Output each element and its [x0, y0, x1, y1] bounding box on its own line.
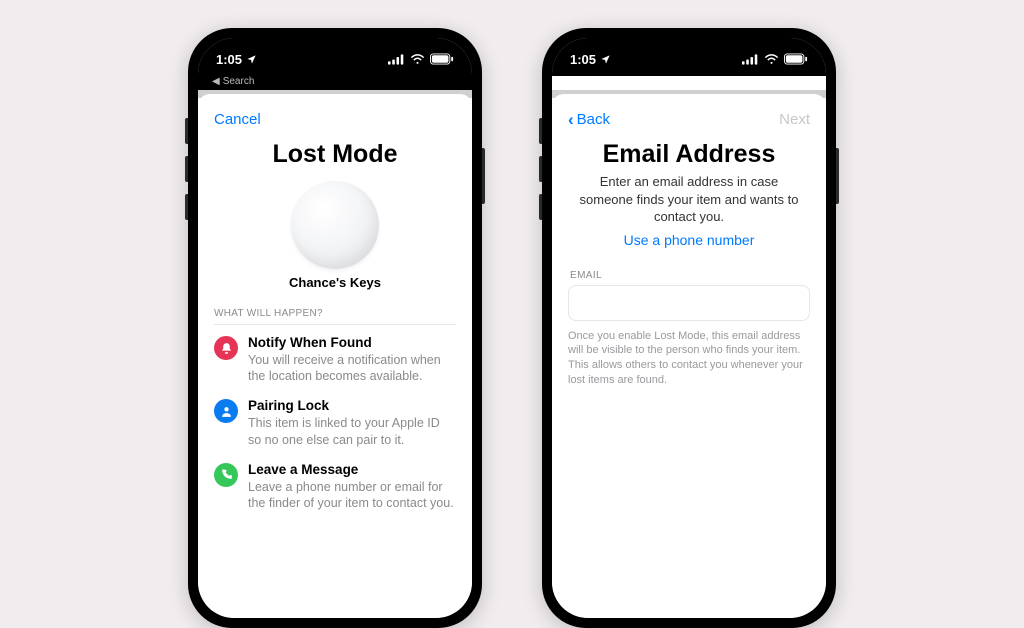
page-description: Enter an email address in case someone f… — [568, 173, 810, 226]
battery-icon — [430, 53, 454, 65]
status-time: 1:05 — [216, 52, 242, 67]
phone-left: 1:05 ◀ Search Cancel Lost Mode Chance's … — [188, 28, 482, 628]
next-button[interactable]: Next — [779, 111, 810, 128]
use-phone-link[interactable]: Use a phone number — [568, 232, 810, 248]
phone-icon — [214, 463, 238, 487]
screen-right: 1:05 x ‹ Back Next Email Address Enter a… — [552, 38, 826, 618]
lock-body: This item is linked to your Apple ID so … — [248, 415, 456, 448]
page-title: Lost Mode — [214, 140, 456, 169]
item-name: Chance's Keys — [214, 275, 456, 290]
helper-text: Once you enable Lost Mode, this email ad… — [568, 329, 810, 388]
cancel-button[interactable]: Cancel — [214, 111, 261, 128]
phone-right: 1:05 x ‹ Back Next Email Address Enter a… — [542, 28, 836, 628]
message-title: Leave a Message — [248, 462, 456, 479]
location-arrow-icon — [600, 54, 611, 65]
section-header: WHAT WILL HAPPEN? — [214, 308, 456, 325]
wifi-icon — [410, 54, 425, 65]
back-button[interactable]: ‹ Back — [568, 111, 610, 128]
info-row-message: Leave a Message Leave a phone number or … — [214, 462, 456, 511]
info-row-lock: Pairing Lock This item is linked to your… — [214, 398, 456, 447]
chevron-left-icon: ◀ — [212, 76, 220, 87]
notify-body: You will receive a notification when the… — [248, 352, 456, 385]
airtag-image — [291, 181, 379, 269]
screen-left: 1:05 ◀ Search Cancel Lost Mode Chance's … — [198, 38, 472, 618]
wifi-icon — [764, 54, 779, 65]
location-arrow-icon — [246, 54, 257, 65]
email-label: EMAIL — [568, 270, 810, 281]
bell-icon — [214, 336, 238, 360]
chevron-left-icon: ‹ — [568, 111, 574, 128]
email-sheet: ‹ Back Next Email Address Enter an email… — [552, 94, 826, 618]
email-field[interactable] — [568, 285, 810, 321]
breadcrumb-label: Search — [223, 76, 255, 87]
breadcrumb[interactable]: ◀ Search — [198, 76, 472, 90]
notch — [624, 38, 754, 62]
person-icon — [214, 399, 238, 423]
status-time: 1:05 — [570, 52, 596, 67]
message-body: Leave a phone number or email for the fi… — [248, 479, 456, 512]
battery-icon — [784, 53, 808, 65]
lost-mode-sheet: Cancel Lost Mode Chance's Keys WHAT WILL… — [198, 94, 472, 618]
page-title: Email Address — [568, 140, 810, 169]
back-label: Back — [577, 111, 610, 128]
notify-title: Notify When Found — [248, 335, 456, 352]
info-row-notify: Notify When Found You will receive a not… — [214, 335, 456, 384]
notch — [270, 38, 400, 62]
lock-title: Pairing Lock — [248, 398, 456, 415]
